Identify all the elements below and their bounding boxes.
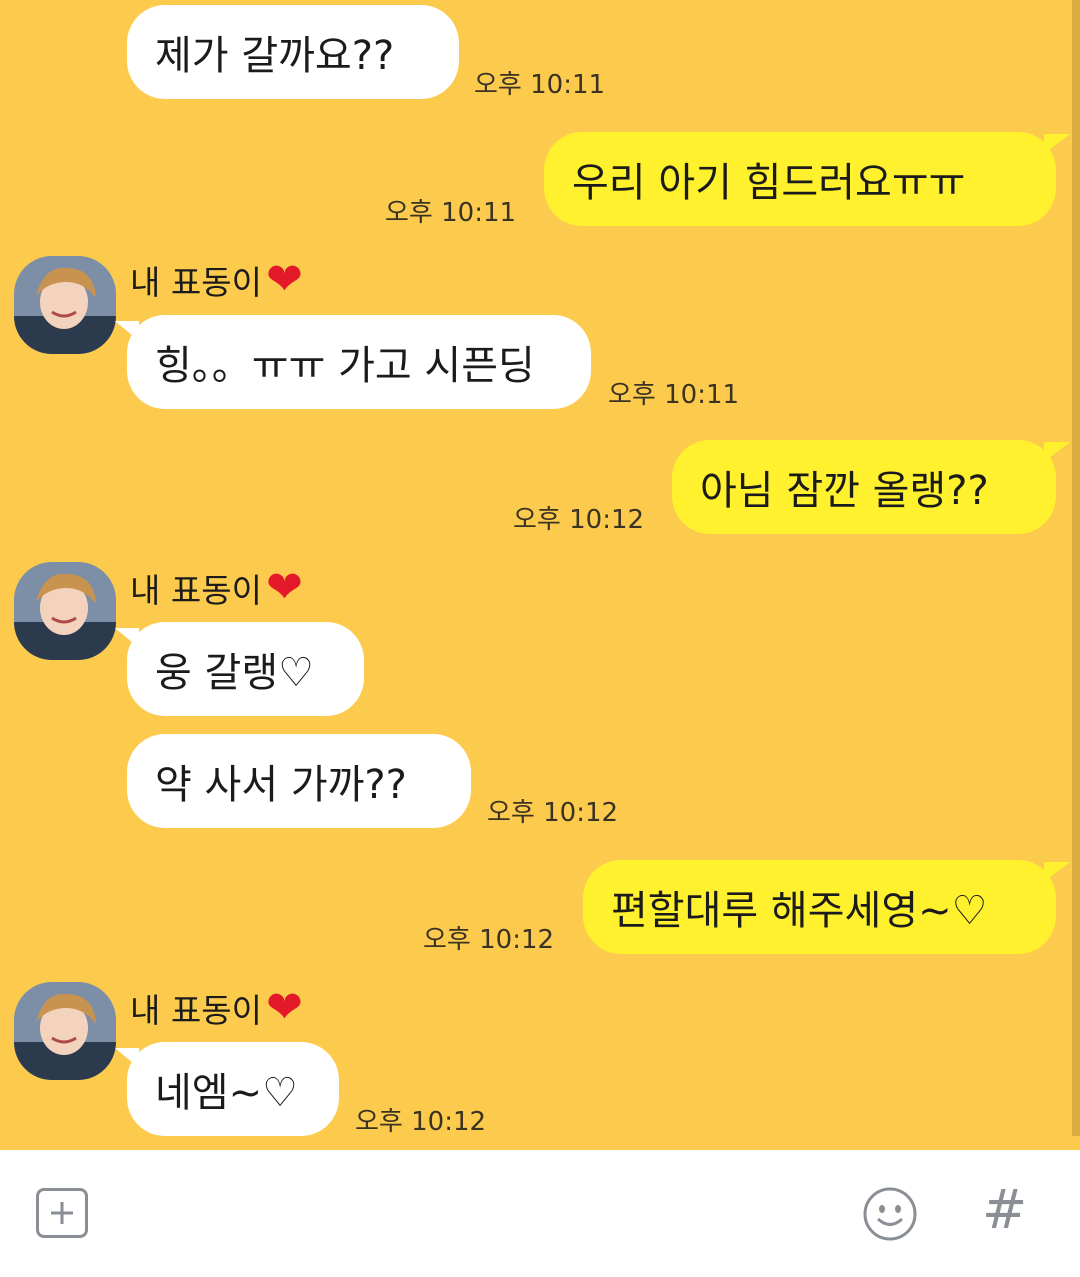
avatar-image xyxy=(14,256,116,354)
attach-button[interactable] xyxy=(36,1188,88,1238)
heart-icon: ❤ xyxy=(265,562,303,613)
message-text: 제가 갈까요?? xyxy=(155,33,395,79)
message-time: 오후 10:12 xyxy=(423,925,555,955)
emoji-button[interactable] xyxy=(862,1186,918,1242)
message-bubble[interactable]: 약 사서 가까?? xyxy=(127,734,471,828)
message-bubble[interactable]: 편할대루 해주세영~♡ xyxy=(583,860,1070,954)
avatar[interactable] xyxy=(14,256,116,354)
message-text: 편할대루 해주세영~♡ xyxy=(611,888,988,934)
message-time: 오후 10:11 xyxy=(608,380,740,410)
message-bubble[interactable]: 웅 갈랭♡ xyxy=(115,622,364,716)
chat-area[interactable]: 제가 갈까요?? 오후 10:11 우리 아기 힘드러요ㅠㅠ 오후 10:11 … xyxy=(0,0,1080,1150)
message-text: 웅 갈랭♡ xyxy=(155,650,314,696)
hash-button[interactable]: # xyxy=(982,1178,1027,1241)
sender-name: 내 표동이 ❤ xyxy=(130,256,303,304)
message-time: 오후 10:12 xyxy=(513,505,645,535)
message-text: 우리 아기 힘드러요ㅠㅠ xyxy=(572,160,966,206)
sender-name: 내 표동이 ❤ xyxy=(130,984,303,1032)
sender-name-text: 내 표동이 xyxy=(130,991,262,1030)
message-time: 오후 10:11 xyxy=(385,198,517,228)
message-bubble[interactable]: 네엠~♡ xyxy=(115,1042,339,1136)
message-bubble[interactable]: 힝。。ㅠㅠ 가고 시픈딩 xyxy=(115,315,591,409)
message-bubble[interactable]: 아님 잠깐 올랭?? xyxy=(672,440,1070,534)
message-time: 오후 10:11 xyxy=(474,70,606,100)
message-time: 오후 10:12 xyxy=(487,798,619,828)
message-text: 네엠~♡ xyxy=(155,1070,298,1116)
avatar-image xyxy=(14,562,116,660)
message-bubble[interactable]: 우리 아기 힘드러요ㅠㅠ xyxy=(544,132,1070,226)
message-text: 약 사서 가까?? xyxy=(155,762,407,808)
sender-name: 내 표동이 ❤ xyxy=(130,564,303,612)
message-text: 아님 잠깐 올랭?? xyxy=(700,468,989,514)
plus-square-icon xyxy=(51,1202,73,1224)
message-time: 오후 10:12 xyxy=(355,1107,487,1137)
sender-name-text: 내 표동이 xyxy=(130,571,262,610)
heart-icon: ❤ xyxy=(265,982,303,1033)
avatar[interactable] xyxy=(14,562,116,660)
message-bubble[interactable]: 제가 갈까요?? xyxy=(127,5,459,99)
sender-name-text: 내 표동이 xyxy=(130,263,262,302)
smiley-icon xyxy=(863,1187,917,1241)
heart-icon: ❤ xyxy=(265,254,303,305)
message-input-bar[interactable]: # xyxy=(0,1150,1080,1277)
message-text: 힝。。ㅠㅠ 가고 시픈딩 xyxy=(155,343,535,389)
avatar-image xyxy=(14,982,116,1080)
scrollbar[interactable] xyxy=(1072,0,1080,1136)
avatar[interactable] xyxy=(14,982,116,1080)
